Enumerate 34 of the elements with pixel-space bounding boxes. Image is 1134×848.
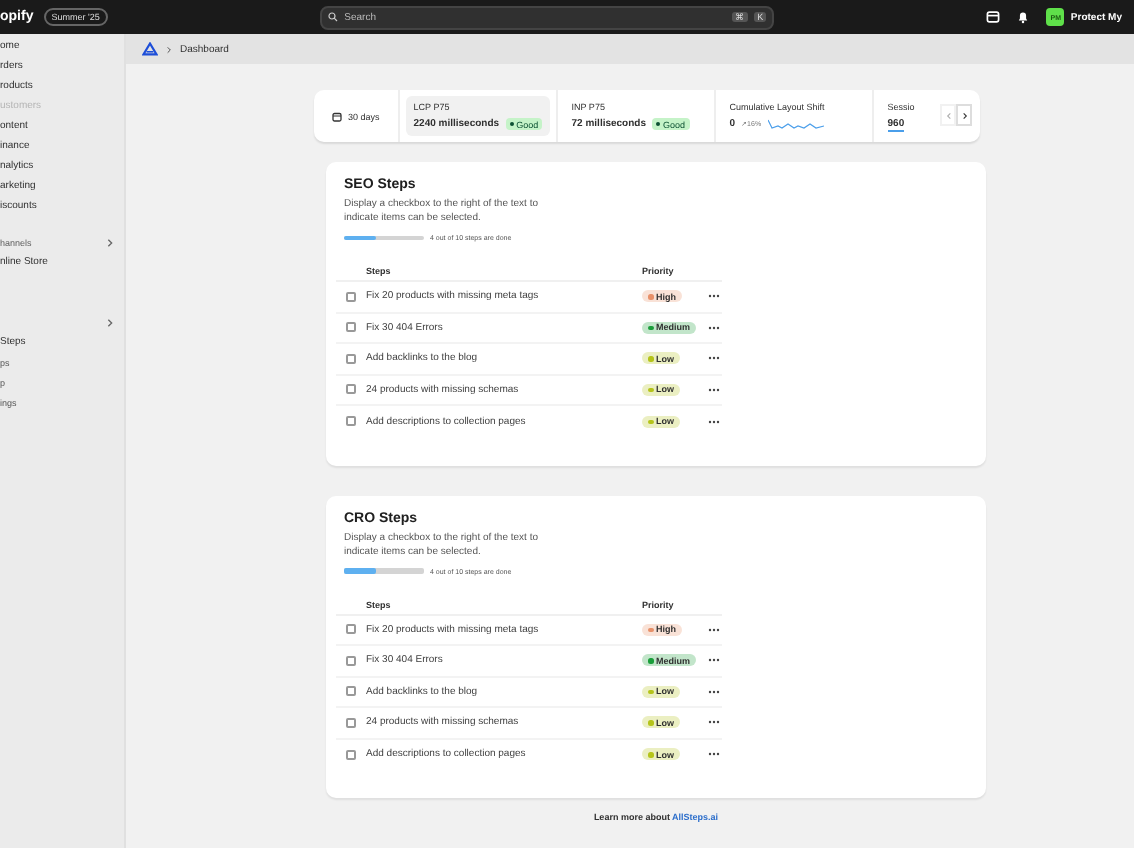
chevron-left-icon: [945, 111, 951, 119]
more-icon[interactable]: [708, 356, 720, 361]
store-icon[interactable]: [986, 10, 1001, 24]
calendar-icon: [332, 111, 342, 121]
more-icon[interactable]: [708, 658, 720, 663]
chevron-icon: [166, 45, 172, 53]
checkbox[interactable]: [346, 749, 356, 760]
more-icon[interactable]: [708, 294, 720, 299]
more-icon[interactable]: [708, 720, 720, 725]
checkbox[interactable]: [346, 686, 356, 697]
more-icon[interactable]: [708, 752, 720, 757]
chevron-right-icon: [961, 111, 967, 119]
more-icon[interactable]: [708, 419, 720, 424]
checkbox[interactable]: [346, 624, 356, 635]
checkbox[interactable]: [346, 291, 356, 302]
checkbox[interactable]: [346, 353, 356, 364]
chevron-icon[interactable]: [106, 237, 114, 247]
next-button[interactable]: [956, 104, 972, 126]
chevron-icon[interactable]: [106, 317, 114, 327]
checkbox[interactable]: [346, 717, 356, 728]
checkbox[interactable]: [346, 416, 356, 427]
sparkline-chart: [767, 118, 824, 130]
bell-icon[interactable]: [1016, 10, 1031, 24]
search-icon: [328, 12, 339, 22]
more-icon[interactable]: [708, 689, 720, 694]
checkbox[interactable]: [346, 384, 356, 395]
progress-bar: [344, 235, 424, 241]
triangle-logo-icon[interactable]: [142, 42, 158, 56]
progress-bar: [344, 568, 424, 574]
checkbox[interactable]: [346, 655, 356, 666]
more-icon[interactable]: [708, 387, 720, 392]
more-icon[interactable]: [708, 325, 720, 330]
checkbox[interactable]: [346, 322, 356, 333]
more-icon[interactable]: [708, 627, 720, 632]
